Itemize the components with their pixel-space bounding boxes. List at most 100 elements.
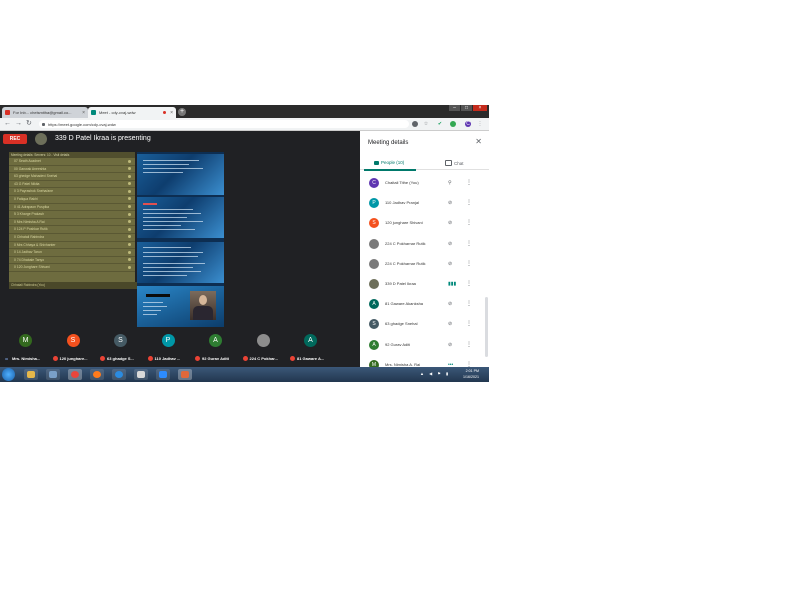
mic-icon xyxy=(128,265,131,269)
participant-row[interactable]: S 63 ghadge Snehal ⊘ ⋮ xyxy=(360,314,484,334)
more-options-icon[interactable]: ⋮ xyxy=(466,199,472,206)
participant-name: 224 C Pokharnar Rutik xyxy=(385,240,426,246)
participant-name: 120 junghare... xyxy=(59,356,88,361)
tab-people[interactable]: People (10) xyxy=(374,160,404,165)
participant-row[interactable]: A 81 Gaware Akanksha ⊘ ⋮ xyxy=(360,294,484,314)
tab-chat-label: Chat xyxy=(454,160,464,166)
participant-list: C Chaitali Tithe (You) ⚲ ⋮ P 110 Jadhav Pranj… xyxy=(360,173,484,375)
participant-row[interactable]: 224 C Pokharnar Rutik ⊘ ⋮ xyxy=(360,234,484,254)
pin-icon[interactable]: ⚲ xyxy=(448,180,452,186)
profile-avatar[interactable]: C xyxy=(465,121,471,127)
reload-icon[interactable]: ↻ xyxy=(26,120,32,128)
mic-icon xyxy=(128,189,131,193)
explorer-taskbar-icon[interactable] xyxy=(24,369,38,380)
more-options-icon[interactable]: ⋮ xyxy=(466,219,472,226)
extension-check-icon[interactable]: ✔ xyxy=(437,121,443,127)
participant-name: 224 C Pokharnar Rutik xyxy=(385,260,426,266)
participant-name: 92 Gurav Aditi xyxy=(385,341,411,347)
participant-tile[interactable]: A 81 Gaware A... xyxy=(287,327,335,367)
gmail-icon xyxy=(5,110,10,115)
tab-title: For Inb... chelsmitha@gmail.co... xyxy=(13,110,72,115)
avatar: A xyxy=(369,339,379,350)
speaking-dots-icon: ••• xyxy=(5,356,8,361)
shared-screen-row: 0 124 P Poshkar Rutik xyxy=(9,226,135,234)
mic-icon xyxy=(128,250,131,254)
mic-off-icon: ⊘ xyxy=(448,341,453,348)
app-taskbar-icon[interactable] xyxy=(178,369,192,380)
forward-icon[interactable]: → xyxy=(15,120,22,128)
more-options-icon[interactable]: ⋮ xyxy=(466,320,472,327)
screenshot: For Inb... chelsmitha@gmail.co... × Meet… xyxy=(0,105,489,382)
tab-inbox[interactable]: For Inb... chelsmitha@gmail.co... × xyxy=(2,107,88,118)
tab-meet[interactable]: Meet - cdy-cvaj-wdw × xyxy=(88,107,176,118)
meet-icon xyxy=(91,110,96,115)
more-options-icon[interactable]: ⋮ xyxy=(466,300,472,307)
shared-screen-row: 07 Seath Acadnet xyxy=(9,158,135,166)
mic-off-icon: ⊘ xyxy=(448,240,453,247)
mic-off-icon: ⊘ xyxy=(448,301,453,308)
participant-row[interactable]: C Chaitali Tithe (You) ⚲ ⋮ xyxy=(360,173,484,193)
maximize-button[interactable]: □ xyxy=(461,105,472,111)
mic-off-icon: ⊘ xyxy=(448,260,453,267)
zoom-taskbar-icon[interactable] xyxy=(156,369,170,380)
participant-row[interactable]: 224 C Pokharnar Rutik ⊘ ⋮ xyxy=(360,254,484,274)
participant-name: 92 Gurav Aditi xyxy=(202,356,229,361)
ie-taskbar-icon[interactable] xyxy=(112,369,126,380)
browser-menu-icon[interactable]: ⋮ xyxy=(477,121,483,127)
shared-screen-participants: Meeting details: Servers: 10 - Visit det… xyxy=(9,152,137,289)
clock[interactable]: 2:01 PM 1/16/2021 xyxy=(463,368,479,380)
minimize-button[interactable]: – xyxy=(449,105,460,111)
participant-tile[interactable]: S 63 ghadge S... xyxy=(97,327,145,367)
participant-row[interactable]: S 120 junghare Shivani ⊘ ⋮ xyxy=(360,213,484,233)
avatar: A xyxy=(209,334,222,347)
extension-icon[interactable] xyxy=(450,121,456,127)
participant-tile[interactable]: 224 C Pokhar... xyxy=(240,327,288,367)
shared-screen-row: 0 Fatiqua Rakhi xyxy=(9,196,135,204)
new-tab-button[interactable]: + xyxy=(178,108,186,116)
speaking-indicator-icon: ▮▮▮ xyxy=(448,280,457,287)
firefox-taskbar-icon[interactable] xyxy=(90,369,104,380)
more-options-icon[interactable]: ⋮ xyxy=(466,179,472,186)
scrollbar[interactable] xyxy=(485,297,488,357)
url-input[interactable]: https://meet.google.com/cdy-cvaj-wdw xyxy=(39,120,409,128)
media-player-taskbar-icon[interactable] xyxy=(134,369,148,380)
lock-icon xyxy=(42,122,45,126)
cast-icon[interactable] xyxy=(412,121,418,127)
participant-name: 339 D Patel Ikraa xyxy=(385,280,416,286)
shared-screen-footer: Chhatali Rabindra (You) xyxy=(9,282,137,289)
bookmark-star-icon[interactable]: ☆ xyxy=(423,121,429,127)
control-panel-taskbar-icon[interactable] xyxy=(46,369,60,380)
system-tray-icons[interactable]: ▲ ◀ ⚑ ▮ xyxy=(420,371,450,376)
mic-off-icon xyxy=(52,356,58,361)
close-panel-icon[interactable]: ✕ xyxy=(475,137,482,146)
chat-icon xyxy=(445,160,452,166)
shared-screen-row: 0 14 Jadhav Tarun xyxy=(9,249,135,257)
close-tab-icon[interactable]: × xyxy=(82,110,85,116)
participant-row[interactable]: P 110 Jadhav Pranjal ⊘ ⋮ xyxy=(360,193,484,213)
participant-name: 120 junghare Shivani xyxy=(385,220,423,226)
more-options-icon[interactable]: ⋮ xyxy=(466,280,472,287)
chrome-taskbar-icon[interactable] xyxy=(68,369,82,380)
participant-row[interactable]: A 92 Gurav Aditi ⊘ ⋮ xyxy=(360,335,484,355)
mic-icon xyxy=(128,205,131,209)
tab-people-label: People (10) xyxy=(381,160,405,165)
mic-icon xyxy=(128,159,131,163)
start-button[interactable] xyxy=(2,368,15,381)
avatar: P xyxy=(161,334,175,347)
participant-tile[interactable]: M ••• Mrs. Nimisha... xyxy=(2,327,50,367)
close-window-button[interactable]: × xyxy=(473,105,487,111)
more-options-icon[interactable]: ⋮ xyxy=(466,260,472,267)
participant-tile[interactable]: A 92 Gurav Aditi xyxy=(192,327,240,367)
close-tab-icon[interactable]: × xyxy=(170,110,173,116)
more-options-icon[interactable]: ⋮ xyxy=(466,240,472,247)
more-options-icon[interactable]: ⋮ xyxy=(466,341,472,348)
mic-off-icon xyxy=(195,356,200,361)
back-icon[interactable]: ← xyxy=(4,120,11,128)
tab-chat[interactable]: Chat xyxy=(445,160,464,166)
participant-row[interactable]: 339 D Patel Ikraa ▮▮▮ ⋮ xyxy=(360,274,484,294)
participant-tile[interactable]: S 120 junghare... xyxy=(50,327,98,367)
participant-tile[interactable]: P 110 Jadhav ... xyxy=(145,327,193,367)
tab-title: Meet - cdy-cvaj-wdw xyxy=(99,110,136,115)
avatar: S xyxy=(369,319,379,330)
windows-taskbar: ▲ ◀ ⚑ ▮ 2:01 PM 1/16/2021 xyxy=(0,367,489,382)
